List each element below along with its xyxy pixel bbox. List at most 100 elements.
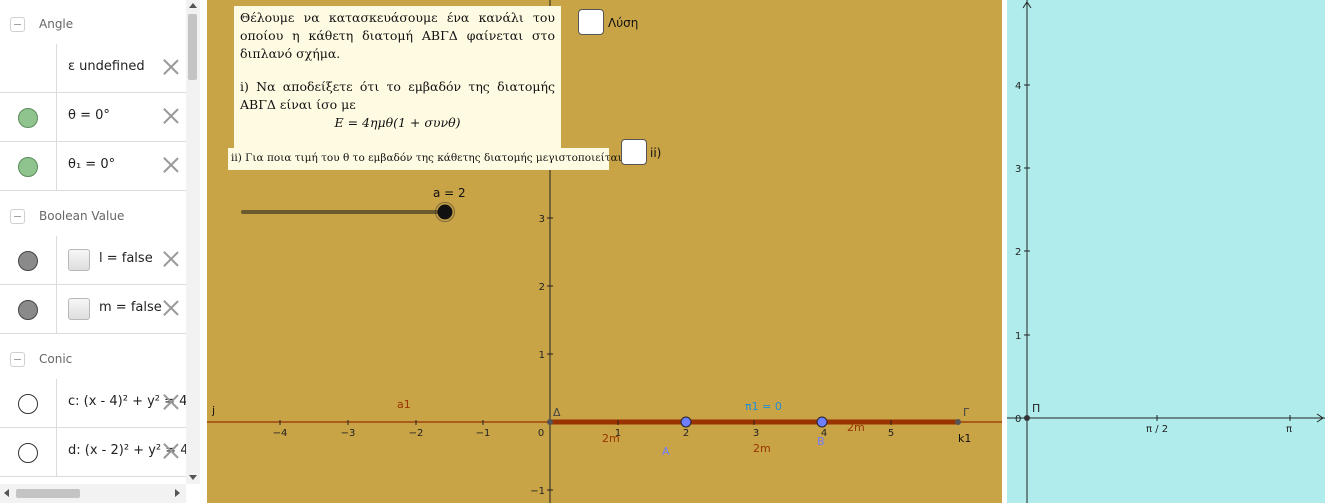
x-tick-label: π [1286, 424, 1292, 435]
x-tick-label: −4 [273, 428, 288, 439]
visibility-cell [0, 142, 57, 190]
x-tick-label: π / 2 [1146, 424, 1168, 435]
algebra-row-theta[interactable]: θ = 0° [0, 93, 186, 142]
algebra-row-theta1[interactable]: θ₁ = 0° [0, 142, 186, 191]
algebra-expression[interactable]: m = false [99, 300, 162, 315]
label-B: B [817, 435, 825, 448]
group-header-angle[interactable]: Angle [0, 4, 186, 44]
origin-label: 0 [1015, 414, 1021, 425]
x-tick-label: −1 [476, 428, 491, 439]
visibility-cell [0, 428, 57, 476]
point-label-pi: Π [1032, 402, 1040, 415]
x-tick-label: −3 [341, 428, 356, 439]
group-header-boolean[interactable]: Boolean Value [0, 196, 186, 236]
label-k1: k1 [958, 432, 971, 445]
label-pi1: π1 = 0 [745, 400, 782, 413]
y-tick-label: 1 [539, 350, 545, 361]
algebra-expression[interactable]: θ₁ = 0° [68, 157, 115, 172]
solution-checkbox[interactable] [578, 9, 604, 35]
problem-text-box: Θέλουμε να κατασκευάσουμε ένα κανάλι του… [234, 6, 561, 150]
visibility-cell [0, 93, 57, 141]
algebra-view: Angle ε undefined θ = 0° θ₁ = 0° Boolean… [0, 0, 200, 503]
group-title: Boolean Value [39, 209, 125, 223]
part-ii-checkbox[interactable] [621, 139, 647, 165]
solution-checkbox-label: Λύση [608, 16, 639, 30]
algebra-row-m[interactable]: m = false [0, 285, 186, 334]
algebra-row-l[interactable]: l = false [0, 236, 186, 285]
scroll-down-icon[interactable] [189, 475, 197, 480]
point-A[interactable] [680, 416, 692, 428]
boolean-checkbox[interactable] [68, 298, 90, 320]
label-a1: a1 [397, 398, 411, 411]
group-header-conic[interactable]: Conic [0, 339, 186, 379]
algebra-list: Angle ε undefined θ = 0° θ₁ = 0° Boolean… [0, 0, 186, 484]
label-delta: Δ [553, 406, 561, 419]
collapse-icon[interactable] [10, 208, 25, 224]
delete-icon[interactable] [162, 442, 180, 460]
y-tick-label: 4 [1015, 81, 1021, 92]
label-A: A [662, 445, 670, 458]
algebra-horizontal-scrollbar[interactable] [0, 484, 186, 503]
graphics-view-1[interactable]: −4 −3 −2 −1 0 1 2 3 4 5 −1 1 2 3 j a1 Δ … [207, 0, 1002, 503]
scroll-up-icon[interactable] [189, 3, 197, 8]
scroll-right-icon[interactable] [175, 489, 180, 497]
point-delta[interactable] [547, 419, 553, 425]
algebra-row-d[interactable]: d: (x - 2)² + y² = 4 [0, 428, 186, 477]
label-j: j [211, 404, 215, 417]
x-tick-label: −2 [409, 428, 424, 439]
visibility-toggle-icon[interactable] [18, 443, 38, 463]
algebra-expression[interactable]: l = false [99, 251, 153, 266]
problem-part-i: i) Να αποδείξετε ότι το εμβαδόν της διατ… [240, 79, 555, 112]
label-2m-2: 2m [753, 442, 771, 455]
delete-icon[interactable] [162, 250, 180, 268]
delete-icon[interactable] [162, 107, 180, 125]
visibility-toggle-icon[interactable] [18, 300, 38, 320]
visibility-cell [0, 285, 57, 333]
part-ii-checkbox-label: ii) [650, 146, 662, 160]
algebra-vertical-scrollbar[interactable] [186, 0, 200, 484]
delete-icon[interactable] [162, 299, 180, 317]
point-gamma[interactable] [955, 419, 961, 425]
x-tick-label: 3 [753, 428, 759, 439]
graphics-canvas-2[interactable]: 1 2 3 4 0 π / 2 π Π [1007, 0, 1325, 503]
visibility-toggle-icon[interactable] [18, 157, 38, 177]
scroll-thumb[interactable] [188, 14, 197, 80]
visibility-cell [0, 379, 57, 427]
visibility-toggle-icon[interactable] [18, 108, 38, 128]
point-B[interactable] [816, 416, 828, 428]
graphics-view-2[interactable]: 1 2 3 4 0 π / 2 π Π [1007, 0, 1325, 503]
scroll-left-icon[interactable] [4, 489, 9, 497]
group-title: Conic [39, 352, 73, 366]
point-pi[interactable] [1024, 415, 1030, 421]
delete-icon[interactable] [162, 393, 180, 411]
x-tick-label: 2 [683, 428, 689, 439]
scroll-thumb[interactable] [16, 489, 80, 498]
slider-label: a = 2 [433, 186, 466, 200]
label-2m-1: 2m [602, 432, 620, 445]
y-tick-label: 3 [539, 214, 545, 225]
delete-icon[interactable] [162, 58, 180, 76]
algebra-row-c[interactable]: c: (x - 4)² + y² = 4 [0, 379, 186, 428]
x-tick-label: 0 [538, 428, 544, 439]
collapse-icon[interactable] [10, 351, 25, 367]
visibility-toggle-icon[interactable] [18, 251, 38, 271]
delete-icon[interactable] [162, 156, 180, 174]
collapse-icon[interactable] [10, 16, 25, 32]
algebra-expression[interactable]: θ = 0° [68, 108, 110, 123]
visibility-cell [0, 44, 57, 92]
label-gamma: Γ [963, 406, 970, 419]
visibility-cell [0, 236, 57, 284]
y-tick-label: −1 [530, 486, 545, 497]
y-tick-label: 2 [1015, 247, 1021, 258]
y-tick-label: 2 [539, 282, 545, 293]
problem-part-ii: ii) Για ποια τιμή του θ το εμβαδόν της κ… [228, 148, 625, 170]
label-2m-3: 2m [847, 421, 865, 434]
algebra-expression[interactable]: ε undefined [68, 59, 145, 74]
algebra-row-epsilon[interactable]: ε undefined [0, 44, 186, 93]
problem-intro: Θέλουμε να κατασκευάσουμε ένα κανάλι του… [240, 10, 555, 61]
boolean-checkbox[interactable] [68, 249, 90, 271]
visibility-toggle-icon[interactable] [18, 394, 38, 414]
y-tick-label: 3 [1015, 164, 1021, 175]
x-tick-label: 5 [888, 428, 894, 439]
slider-knob[interactable] [437, 204, 453, 220]
